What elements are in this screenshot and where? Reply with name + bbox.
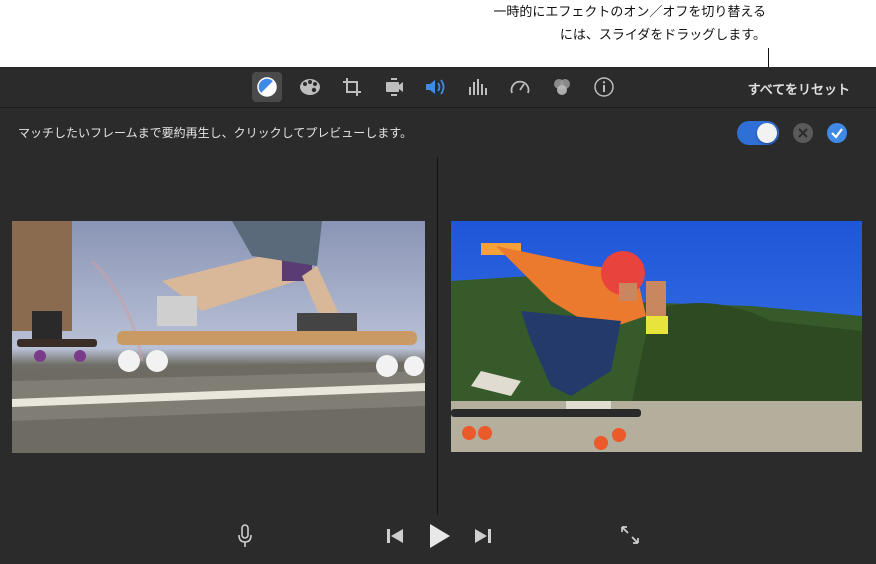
callout-text-line-2: には、スライダをドラッグします。 [559,28,766,43]
preview-frame-image [451,243,862,452]
noise-reduction-equalizer-icon [469,79,487,95]
noise-reduction-button[interactable] [463,72,493,102]
reset-all-button[interactable]: すべてをリセット [748,79,850,98]
toolbar-divider [0,107,876,108]
color-match-window: すべてをリセット マッチしたいフレームまで要約再生し、クリックしてプレビューしま… [0,67,876,564]
toggle-knob[interactable] [757,123,777,143]
fullscreen-button[interactable] [618,523,642,547]
voiceover-button[interactable] [234,523,256,549]
play-icon [430,524,450,548]
volume-button[interactable] [421,72,451,102]
speed-icon [510,80,530,94]
clip-filter-button[interactable] [547,72,577,102]
speed-button[interactable] [505,72,535,102]
info-icon [594,77,614,97]
callout-text-line-1: 一時的にエフェクトのオン／オフを切り替える [493,5,766,20]
crop-icon [343,78,361,96]
volume-icon [426,79,445,95]
preview-frame-viewer[interactable] [451,221,862,452]
skip-forward-button[interactable] [472,525,494,547]
adjustments-toolbar: すべてをリセット [0,67,876,107]
viewer-divider [437,157,438,515]
color-match-instruction: マッチしたいフレームまで要約再生し、クリックしてプレビューします。 [18,126,413,140]
crop-button[interactable] [337,72,367,102]
clip-filter-icon [554,79,570,95]
source-frame-image [12,221,425,453]
stabilization-icon [386,78,403,96]
fullscreen-icon [621,526,639,544]
effect-toggle-switch[interactable] [737,121,779,145]
skip-back-icon [387,529,403,543]
skip-forward-icon [475,529,491,543]
color-correction-icon [300,79,320,95]
playback-controls [0,515,876,564]
color-balance-icon [257,77,277,97]
close-icon [793,123,813,143]
skip-back-button[interactable] [384,525,406,547]
source-frame-viewer[interactable] [12,221,425,453]
apply-button[interactable] [826,122,848,144]
microphone-icon [238,524,252,547]
play-button[interactable] [425,520,455,552]
color-balance-button[interactable] [252,72,282,102]
color-correction-button[interactable] [295,72,325,102]
checkmark-icon [827,123,847,143]
cancel-button[interactable] [792,122,814,144]
stabilization-button[interactable] [379,72,409,102]
info-button[interactable] [589,72,619,102]
